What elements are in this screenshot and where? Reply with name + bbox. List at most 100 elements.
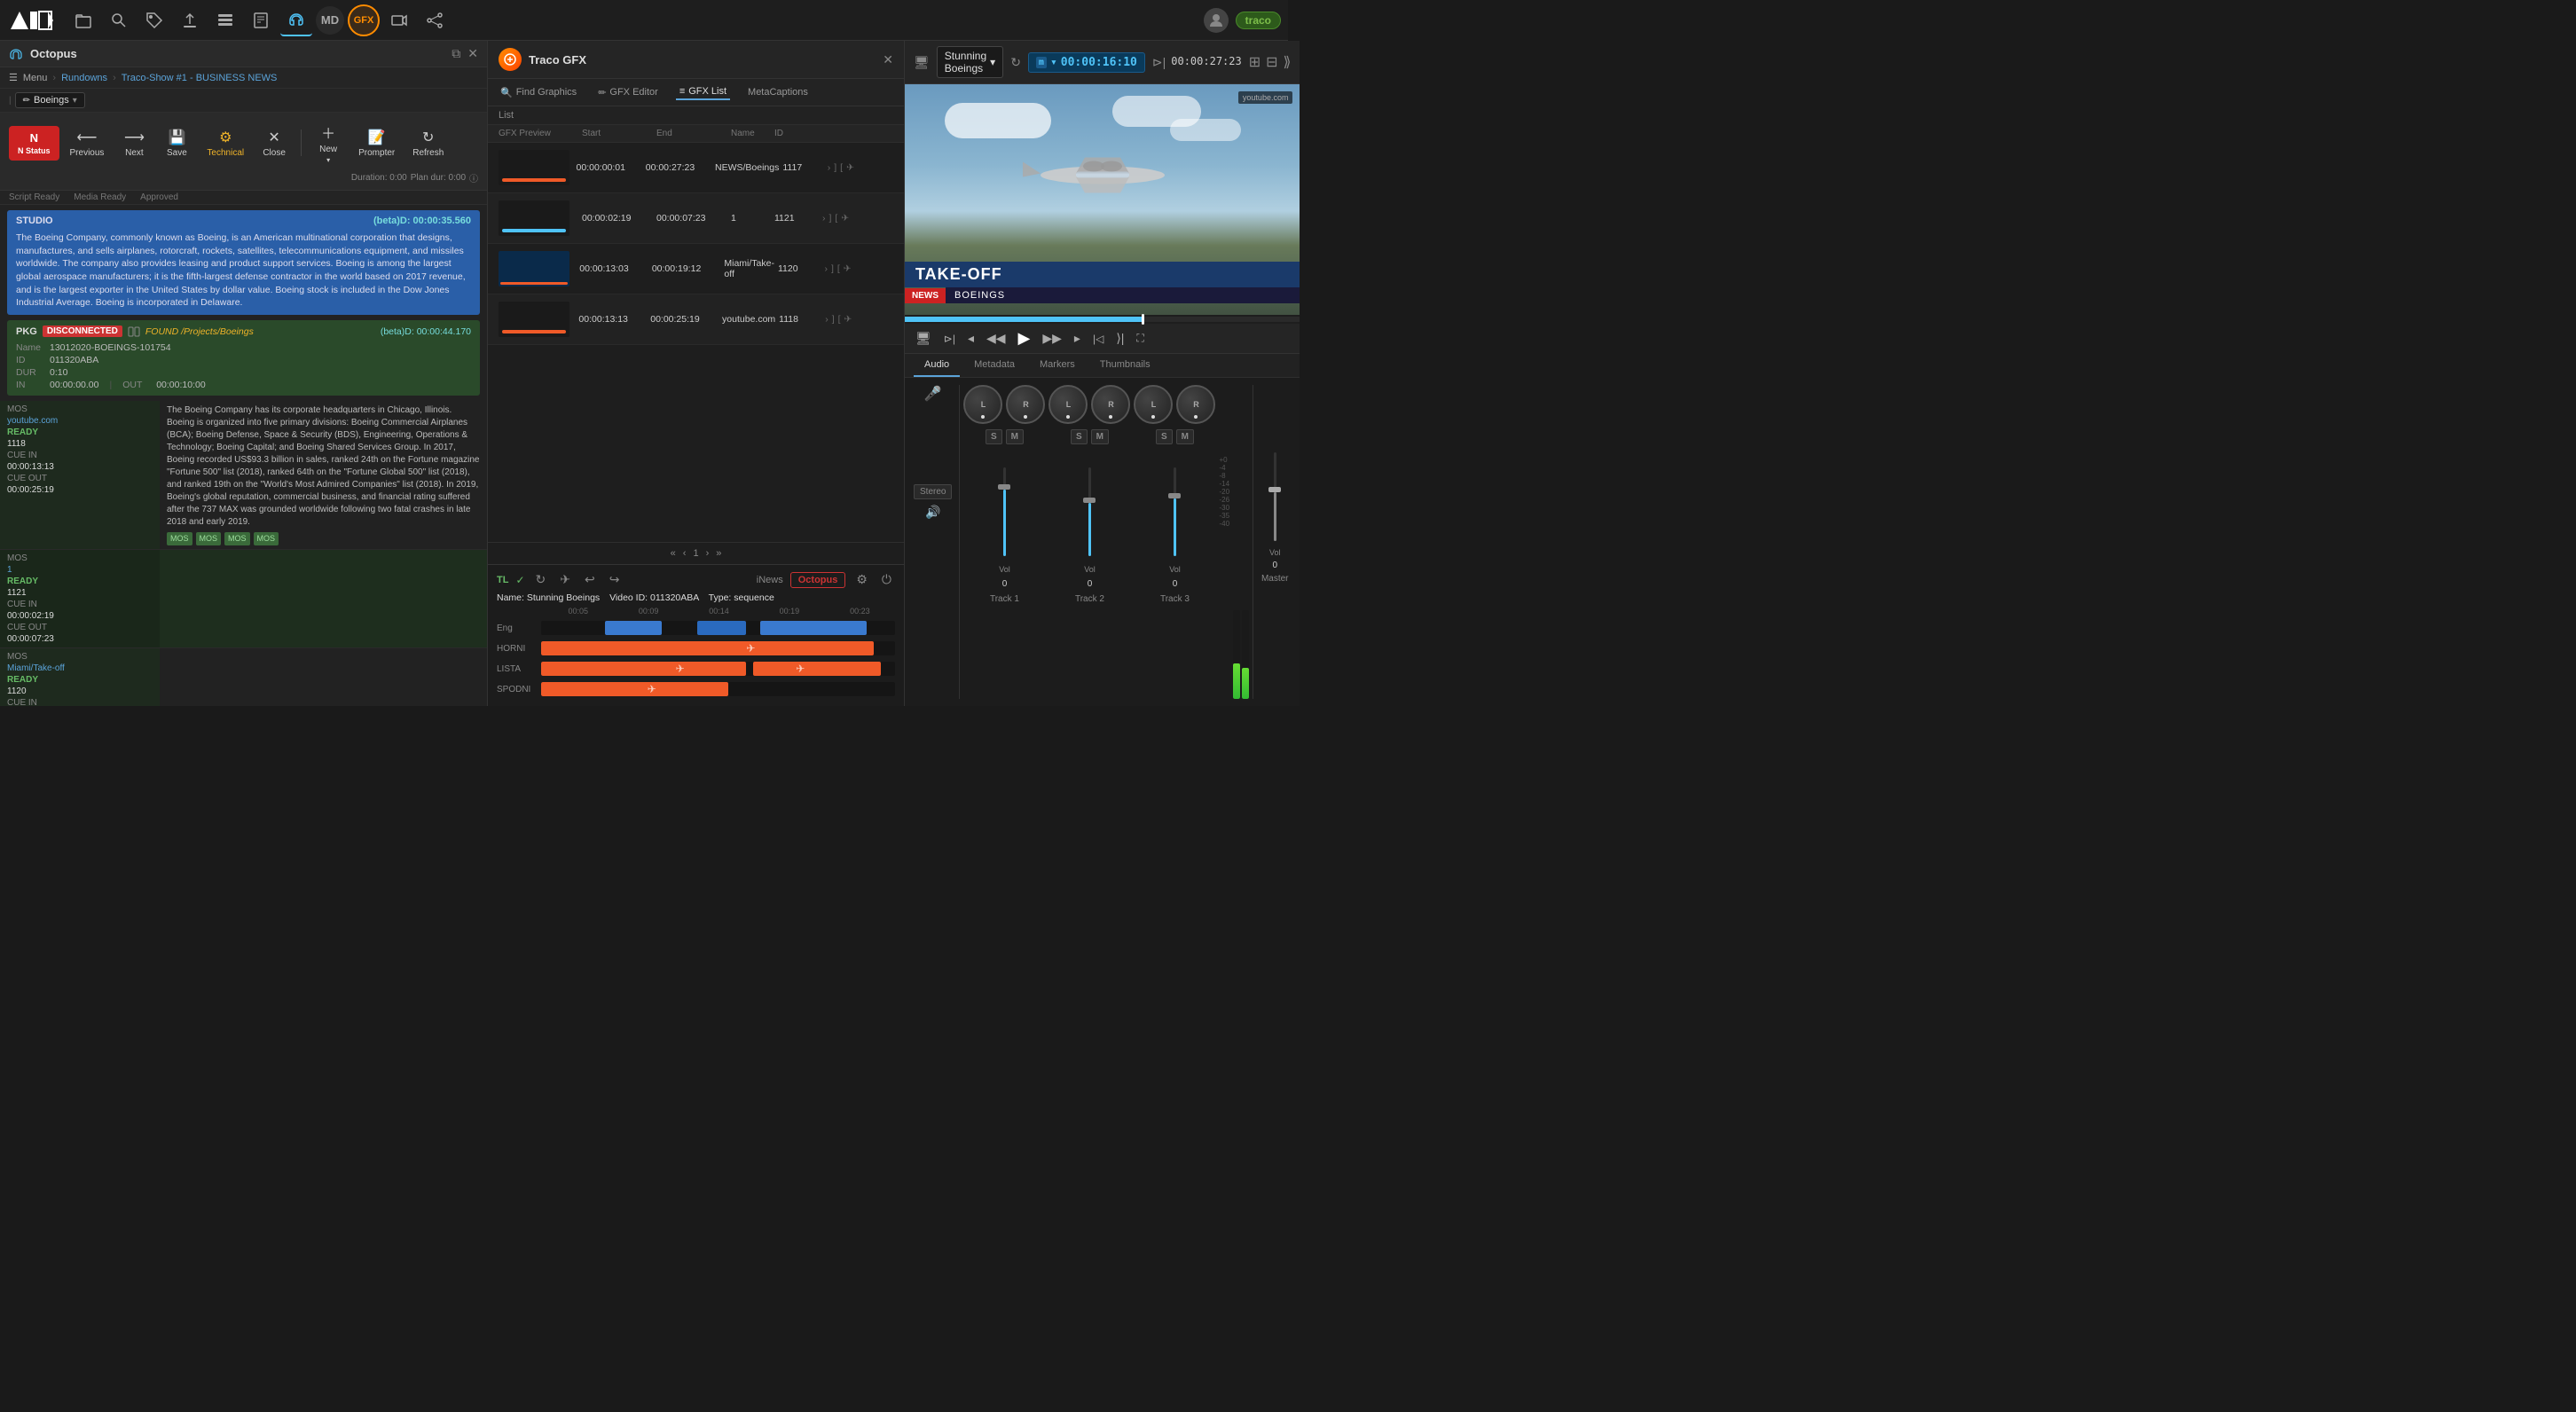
mute-button-1[interactable]: M (1006, 429, 1024, 444)
md-nav-btn[interactable]: MD (316, 6, 344, 35)
menu-breadcrumb[interactable]: Menu (23, 73, 48, 83)
expand-icon-2[interactable]: › (822, 213, 826, 224)
folder-nav-btn[interactable] (67, 4, 99, 36)
mute-button-3[interactable]: M (1176, 429, 1194, 444)
in-mark-btn[interactable]: ⊳| (940, 331, 959, 347)
markers-tab[interactable]: Markers (1029, 354, 1086, 377)
previous-button[interactable]: ⟵ Previous (63, 125, 112, 161)
share-nav-btn[interactable] (419, 4, 451, 36)
master-fader-handle[interactable] (1268, 487, 1281, 492)
gfx-row[interactable]: 00:00:13:03 00:00:19:12 Miami/Take-off 1… (488, 244, 904, 294)
loop-btn[interactable]: ⟩| (1112, 329, 1127, 348)
tl-power-btn[interactable]: ⏻ (878, 570, 895, 589)
bracket-open-3[interactable]: [ (837, 263, 840, 274)
preview-timeline-bar[interactable] (905, 317, 1300, 322)
send-icon-2[interactable]: ✈ (841, 213, 849, 224)
send-icon-3[interactable]: ✈ (844, 263, 852, 274)
expand-icon-4[interactable]: › (825, 314, 829, 325)
expand-icon[interactable]: ⟫ (1284, 53, 1292, 71)
inews-btn[interactable]: iNews (757, 575, 783, 585)
tl-redo-btn[interactable]: ↪ (606, 570, 624, 589)
knob-3-r[interactable]: R (1176, 385, 1215, 424)
play-btn[interactable]: ▶ (1015, 327, 1034, 349)
audio-tab[interactable]: Audio (914, 354, 960, 377)
knob-2-r[interactable]: R (1091, 385, 1130, 424)
user-avatar[interactable] (1204, 8, 1229, 33)
refresh-button[interactable]: ↻ Refresh (405, 125, 451, 161)
fader-handle-1[interactable] (998, 484, 1010, 490)
tl-undo-btn[interactable]: ↩ (581, 570, 599, 589)
tl-send-btn[interactable]: ✈ (556, 570, 574, 589)
expand-icon-1[interactable]: › (828, 162, 831, 173)
step-forward-btn[interactable]: ▸ (1071, 329, 1084, 348)
first-page-btn[interactable]: « (671, 548, 676, 559)
in-point-icon[interactable]: ⊳| (1152, 55, 1166, 70)
sequence-dropdown[interactable]: Stunning Boeings ▾ (937, 46, 1003, 78)
metadata-tab[interactable]: Metadata (963, 354, 1025, 377)
gfx-editor-tab[interactable]: ✏ GFX Editor (594, 84, 662, 100)
gfx-row[interactable]: 00:00:13:13 00:00:25:19 youtube.com 1118… (488, 294, 904, 345)
solo-button-2[interactable]: S (1071, 429, 1088, 444)
gfx-row[interactable]: 00:00:00:01 00:00:27:23 NEWS/Boeings 111… (488, 143, 904, 193)
send-icon-4[interactable]: ✈ (844, 314, 852, 325)
next-button[interactable]: ⟶ Next (114, 125, 153, 161)
knob-1-r[interactable]: R (1006, 385, 1045, 424)
bracket-close-1[interactable]: ] (834, 162, 836, 173)
info-icon[interactable]: ⓘ (469, 171, 478, 184)
close-button[interactable]: ✕ Close (255, 125, 294, 161)
tags-nav-btn[interactable] (138, 4, 170, 36)
status-button[interactable]: N N Status (9, 126, 59, 161)
next-page-btn[interactable]: › (706, 548, 710, 559)
expand-icon-3[interactable]: › (824, 263, 828, 274)
view-icon[interactable]: ⊞ (1249, 53, 1261, 71)
mos-item[interactable]: MOS 1 READY 1121 CUE IN 00:00:02:19 CUE … (0, 550, 487, 648)
out-mark-btn[interactable]: |◁ (1089, 331, 1107, 347)
technical-button[interactable]: ⚙ Technical (200, 125, 251, 161)
refresh-timecode-btn[interactable]: ↻ (1010, 55, 1021, 70)
gfx-row[interactable]: 00:00:02:19 00:00:07:23 1 1121 › ] [ ✈ (488, 193, 904, 244)
solo-button-3[interactable]: S (1156, 429, 1173, 444)
mute-button-2[interactable]: M (1091, 429, 1109, 444)
bracket-open-4[interactable]: [ (838, 314, 841, 325)
knob-1-l[interactable]: L (963, 385, 1002, 424)
fast-forward-btn[interactable]: ▶▶ (1039, 329, 1065, 348)
find-graphics-tab[interactable]: 🔍 Find Graphics (497, 84, 580, 100)
list-nav-btn[interactable] (209, 4, 241, 36)
rundowns-breadcrumb[interactable]: Rundowns (61, 73, 107, 83)
gfx-nav-btn[interactable]: GFX (348, 4, 380, 36)
thumbnails-tab[interactable]: Thumbnails (1089, 354, 1161, 377)
solo-button-1[interactable]: S (986, 429, 1002, 444)
new-button[interactable]: ＋ New ▾ (309, 118, 348, 168)
fader-handle-3[interactable] (1168, 493, 1181, 498)
save-button[interactable]: 💾 Save (157, 125, 196, 161)
knob-3-l[interactable]: L (1134, 385, 1173, 424)
prev-page-btn[interactable]: ‹ (683, 548, 687, 559)
metacaptions-tab[interactable]: MetaCaptions (744, 84, 812, 100)
gfx-close-btn[interactable]: ✕ (883, 52, 893, 67)
headphone-nav-btn[interactable] (280, 4, 312, 36)
step-back-btn[interactable]: ◂ (964, 329, 978, 348)
prompter-button[interactable]: 📝 Prompter (351, 125, 402, 161)
stereo-button[interactable]: Stereo (914, 484, 952, 499)
search-nav-btn[interactable] (103, 4, 135, 36)
gfx-list-tab[interactable]: ≡ GFX List (676, 84, 730, 100)
mos-item[interactable]: MOS youtube.com READY 1118 CUE IN 00:00:… (0, 401, 487, 550)
knob-2-l[interactable]: L (1048, 385, 1088, 424)
video-nav-btn[interactable] (383, 4, 415, 36)
bracket-open-1[interactable]: [ (840, 162, 843, 173)
fader-handle-2[interactable] (1083, 498, 1096, 503)
send-icon-1[interactable]: ✈ (846, 162, 854, 173)
last-page-btn[interactable]: » (716, 548, 721, 559)
bracket-close-4[interactable]: ] (832, 314, 835, 325)
rewind-btn[interactable]: ◀◀ (983, 329, 1009, 348)
show-breadcrumb[interactable]: Traco-Show #1 - BUSINESS NEWS (122, 73, 278, 83)
close-panel-icon[interactable]: ✕ (467, 46, 478, 61)
tl-settings-btn[interactable]: ⚙ (852, 570, 871, 589)
octopus-timeline-btn[interactable]: Octopus (790, 572, 846, 588)
script-nav-btn[interactable] (245, 4, 277, 36)
hamburger-menu-icon[interactable]: ☰ (9, 72, 18, 83)
bracket-close-2[interactable]: ] (829, 213, 832, 224)
mos-item[interactable]: MOS Miami/Take-off READY 1120 CUE IN 00:… (0, 648, 487, 706)
boeings-tab[interactable]: ✏ Boeings ▾ (15, 92, 85, 108)
bracket-close-3[interactable]: ] (831, 263, 834, 274)
